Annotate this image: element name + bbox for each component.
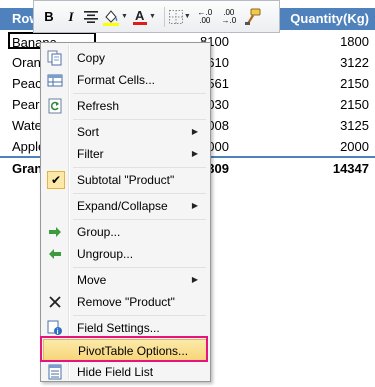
menu-separator (73, 119, 206, 120)
field-list-icon (47, 364, 63, 380)
menu-item-ungroup[interactable]: Ungroup... (43, 243, 208, 265)
submenu-arrow-icon: ▶ (191, 149, 198, 158)
submenu-arrow-icon: ▶ (191, 127, 198, 136)
menu-item-label: Move (77, 273, 107, 287)
row-label[interactable]: Watermelon (12, 115, 42, 136)
submenu-arrow-icon: ▶ (191, 275, 198, 284)
grand-total-label[interactable]: Grand Total (12, 158, 42, 179)
font-color-button[interactable]: A ▼ (132, 6, 156, 28)
menu-item-move[interactable]: Move ▶ (43, 269, 208, 291)
increase-decimal-icon[interactable]: ←.0.00 (195, 6, 215, 28)
menu-item-format-cells[interactable]: Format Cells... (43, 69, 208, 91)
menu-item-label: Sort (77, 125, 100, 139)
decrease-decimal-icon[interactable]: .00 →.0 (219, 6, 239, 28)
chevron-down-icon[interactable]: ▼ (149, 13, 156, 20)
menu-item-label: Format Cells... (77, 73, 156, 87)
menu-item-sort[interactable]: Sort ▶ (43, 121, 208, 143)
menu-item-expand-collapse[interactable]: Expand/Collapse ▶ (43, 195, 208, 217)
group-arrow-icon (47, 224, 63, 240)
grand-total-quantity[interactable]: 14347 (333, 158, 369, 179)
menu-separator (73, 167, 206, 168)
svg-text:i: i (57, 329, 59, 336)
menu-separator (73, 93, 206, 94)
quantity-cell[interactable]: 2000 (340, 136, 369, 157)
menu-separator (73, 315, 206, 316)
quantity-cell[interactable]: 2150 (340, 73, 369, 94)
quantity-cell[interactable]: 3122 (340, 52, 369, 73)
refresh-icon (47, 98, 63, 114)
bold-button[interactable]: B (40, 6, 58, 28)
borders-icon[interactable]: ▼ (168, 6, 191, 28)
menu-item-subtotal[interactable]: ✔ Subtotal "Product" (43, 169, 208, 191)
row-label[interactable]: Orange (12, 52, 42, 73)
copy-icon (47, 50, 63, 66)
menu-item-copy[interactable]: Copy (43, 47, 208, 69)
menu-item-filter[interactable]: Filter ▶ (43, 143, 208, 165)
format-cells-icon (47, 72, 63, 88)
submenu-arrow-icon: ▶ (191, 201, 198, 210)
ungroup-arrow-icon (47, 246, 63, 262)
menu-item-label: Ungroup... (77, 247, 134, 261)
font-color-letter: A (135, 8, 145, 23)
toolbar-separator (163, 6, 165, 27)
fill-color-icon[interactable]: ▼ (102, 6, 128, 28)
quantity-cell[interactable]: 2150 (340, 94, 369, 115)
menu-separator (73, 193, 206, 194)
row-label[interactable]: Peach (12, 73, 42, 94)
menu-item-label: Copy (77, 51, 106, 65)
chevron-down-icon[interactable]: ▼ (121, 13, 128, 20)
menu-item-hide-field-list[interactable]: Hide Field List (43, 362, 208, 382)
row-label[interactable]: Pear (12, 94, 42, 115)
menu-separator (73, 219, 206, 220)
chevron-down-icon[interactable]: ▼ (184, 13, 191, 20)
menu-item-label: Hide Field List (77, 365, 154, 379)
field-settings-icon: i (47, 320, 63, 336)
format-painter-icon[interactable] (243, 6, 261, 28)
menu-item-remove[interactable]: Remove "Product" (43, 291, 208, 313)
quantity-cell[interactable]: 3125 (340, 115, 369, 136)
menu-item-label: Remove "Product" (77, 295, 175, 309)
italic-button[interactable]: I (62, 6, 80, 28)
mini-toolbar: B I ▼ A ▼ ▼ ←.0.00 .00 →.0 (33, 0, 280, 33)
quantity-header[interactable]: Quantity(Kg) (280, 8, 375, 30)
checkmark-icon: ✔ (47, 171, 65, 189)
highlight-annotation-box (40, 336, 208, 362)
menu-item-group[interactable]: Group... (43, 221, 208, 243)
menu-item-refresh[interactable]: Refresh (43, 95, 208, 117)
quantity-cell[interactable]: 1800 (340, 31, 369, 52)
menu-item-label: Refresh (77, 99, 120, 113)
menu-item-label: Filter (77, 147, 104, 161)
close-icon (47, 294, 63, 310)
context-menu: Copy Format Cells... Refresh Sort ▶ Filt… (40, 42, 211, 382)
menu-item-label: Subtotal "Product" (77, 173, 175, 187)
menu-item-label: Expand/Collapse (77, 199, 168, 213)
menu-item-label: Group... (77, 225, 121, 239)
row-label[interactable]: Apple (12, 136, 42, 157)
center-align-icon[interactable] (84, 6, 98, 28)
menu-separator (73, 267, 206, 268)
